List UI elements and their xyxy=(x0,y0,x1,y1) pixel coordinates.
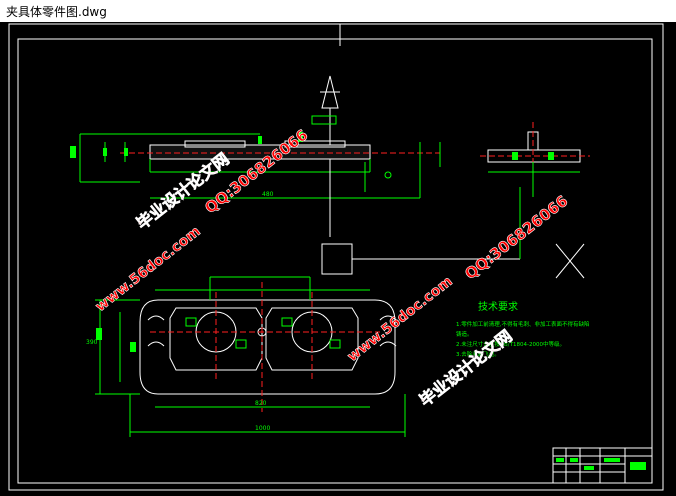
front-view: 480 xyxy=(70,75,441,237)
title-block xyxy=(552,447,653,484)
window-title: 夹具体零件图.dwg xyxy=(6,5,107,19)
watermark-center: www.56doc.com xyxy=(344,273,456,365)
dim-label-390: 390 xyxy=(86,339,98,346)
cad-canvas[interactable]: 480 1000 820 390 技术要求 1.零件加工前清理,不得有毛刺、非加… xyxy=(0,22,676,496)
inner-frame xyxy=(17,38,653,484)
watermark-text-2: www.56doc.com xyxy=(93,223,204,315)
cross-mark xyxy=(555,243,585,279)
outer-frame xyxy=(8,23,664,491)
watermark-text-4: www.56doc.com xyxy=(345,273,456,365)
dim-label-1000: 1000 xyxy=(255,425,270,432)
dim-label-480: 480 xyxy=(262,191,274,198)
watermark-right: 毕业设计论文网 xyxy=(415,326,516,411)
tech-req-heading: 技术要求 xyxy=(478,300,518,313)
watermark-text-6: QQ:306826066 xyxy=(461,192,571,283)
watermark-right-qq: QQ:306826066 xyxy=(461,191,572,283)
window-titlebar: 夹具体零件图.dwg xyxy=(0,0,676,23)
dim-label-820: 820 xyxy=(255,400,267,407)
tech-req-line-1: 1.零件加工前清理,不得有毛刺、非加工表面不得有缺陷 xyxy=(456,320,590,328)
side-view xyxy=(480,122,590,197)
watermark-left-url: www.56doc.com xyxy=(92,223,204,315)
tech-req-line-2: 铸造。 xyxy=(456,330,473,338)
drawing-svg: 480 1000 820 390 技术要求 1.零件加工前清理,不得有毛刺、非加… xyxy=(8,23,664,491)
watermark-text-5: 毕业设计论文网 xyxy=(416,326,516,410)
